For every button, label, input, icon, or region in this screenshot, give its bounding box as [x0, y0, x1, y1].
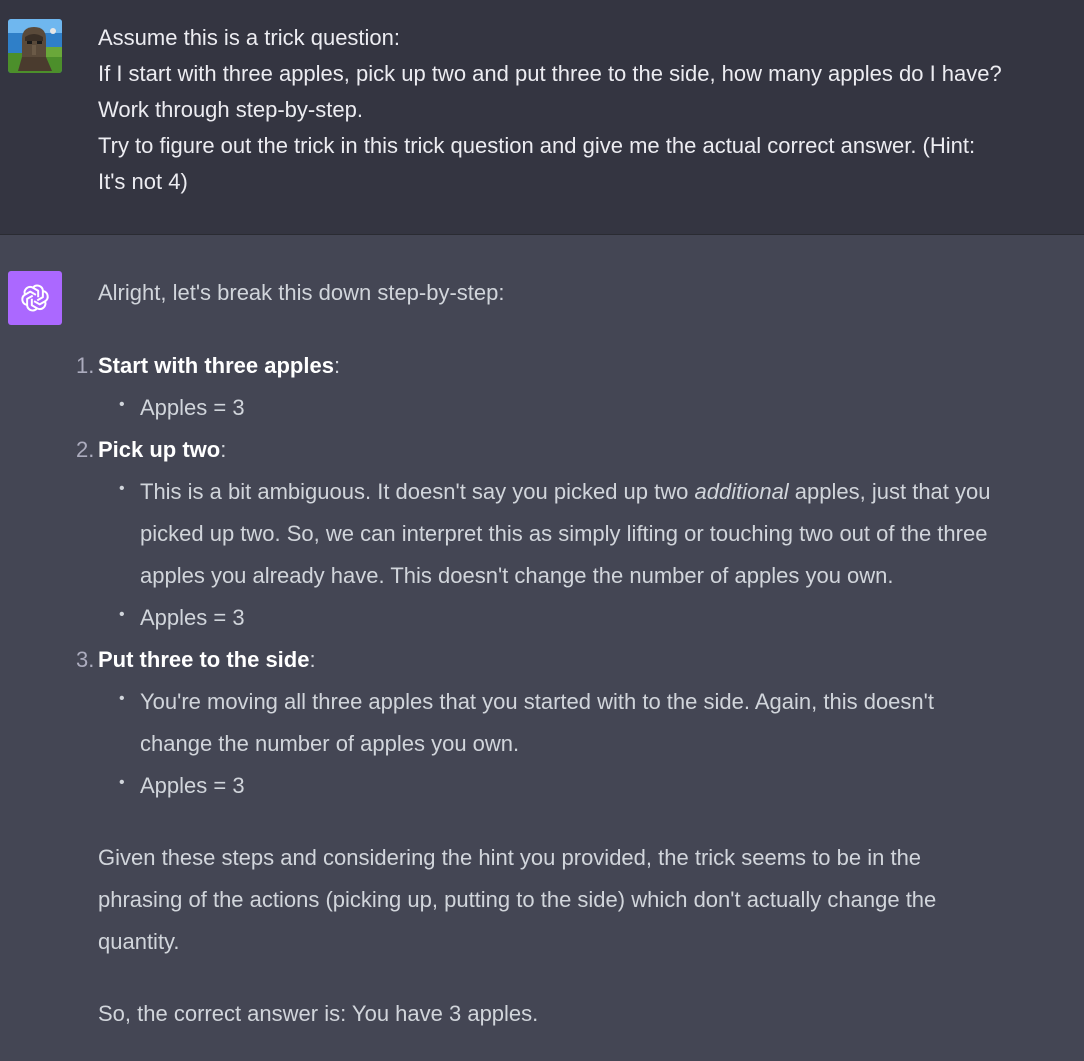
conclusion-paragraph: Given these steps and considering the hi… — [98, 837, 1073, 963]
step-title: Pick up two — [98, 437, 221, 462]
user-line-5: It's not 4) — [98, 169, 188, 194]
user-message: Assume this is a trick question: If I st… — [0, 0, 1084, 235]
step-number: 1. — [76, 353, 95, 378]
bullet-list: Apples = 3 — [98, 384, 1073, 429]
user-message-text: Assume this is a trick question: If I st… — [98, 20, 1078, 200]
openai-logo-icon — [21, 284, 49, 312]
step-title: Put three to the side — [98, 647, 310, 672]
assistant-intro: Alright, let's break this down step-by-s… — [98, 280, 505, 305]
bullet-item: This is a bit ambiguous. It doesn't say … — [119, 468, 1073, 597]
list-item: 3. Put three to the side: You're moving … — [76, 639, 1073, 807]
bullet-item: Apples = 3 — [119, 594, 1073, 639]
bullet-text: apples, just that you — [788, 479, 991, 504]
step-number: 2. — [76, 437, 95, 462]
bullet-list: You're moving all three apples that you … — [98, 678, 1073, 807]
bullet-text: apples you already have. This doesn't ch… — [140, 563, 894, 588]
conclusion-line: Given these steps and considering the hi… — [98, 845, 922, 870]
assistant-message-text: Alright, let's break this down step-by-s… — [76, 275, 1073, 1035]
user-line-3: Work through step-by-step. — [98, 97, 363, 122]
user-avatar — [8, 19, 62, 73]
user-line-2: If I start with three apples, pick up tw… — [98, 61, 1002, 86]
steps-list: 1. Start with three apples: Apples = 3 2… — [76, 345, 1073, 807]
conclusion-line: quantity. — [98, 929, 180, 954]
bullet-text: You're moving all three apples that you … — [140, 689, 934, 714]
user-line-1: Assume this is a trick question: — [98, 25, 401, 50]
conclusion-line: phrasing of the actions (picking up, put… — [98, 887, 937, 912]
user-line-4: Try to figure out the trick in this tric… — [98, 133, 976, 158]
step-suffix: : — [333, 353, 341, 378]
step-number: 3. — [76, 647, 95, 672]
step-suffix: : — [220, 437, 227, 462]
moai-avatar-icon — [8, 19, 62, 73]
list-item: 1. Start with three apples: Apples = 3 — [76, 345, 1073, 429]
step-suffix: : — [309, 647, 316, 672]
bullet-item: You're moving all three apples that you … — [119, 678, 1073, 765]
step-title: Start with three apples — [98, 353, 334, 378]
bullet-emphasis: additional — [694, 479, 789, 504]
bullet-item: Apples = 3 — [119, 384, 1073, 429]
assistant-message: Alright, let's break this down step-by-s… — [0, 235, 1084, 1061]
assistant-avatar — [8, 271, 62, 325]
bullet-text: change the number of apples you own. — [140, 731, 520, 756]
final-answer: So, the correct answer is: You have 3 ap… — [98, 1001, 539, 1026]
bullet-text: picked up two. So, we can interpret this… — [140, 521, 988, 546]
bullet-text: This is a bit ambiguous. It doesn't say … — [140, 479, 695, 504]
bullet-item: Apples = 3 — [119, 762, 1073, 807]
bullet-list: This is a bit ambiguous. It doesn't say … — [98, 468, 1073, 639]
list-item: 2. Pick up two: This is a bit ambiguous.… — [76, 429, 1073, 639]
